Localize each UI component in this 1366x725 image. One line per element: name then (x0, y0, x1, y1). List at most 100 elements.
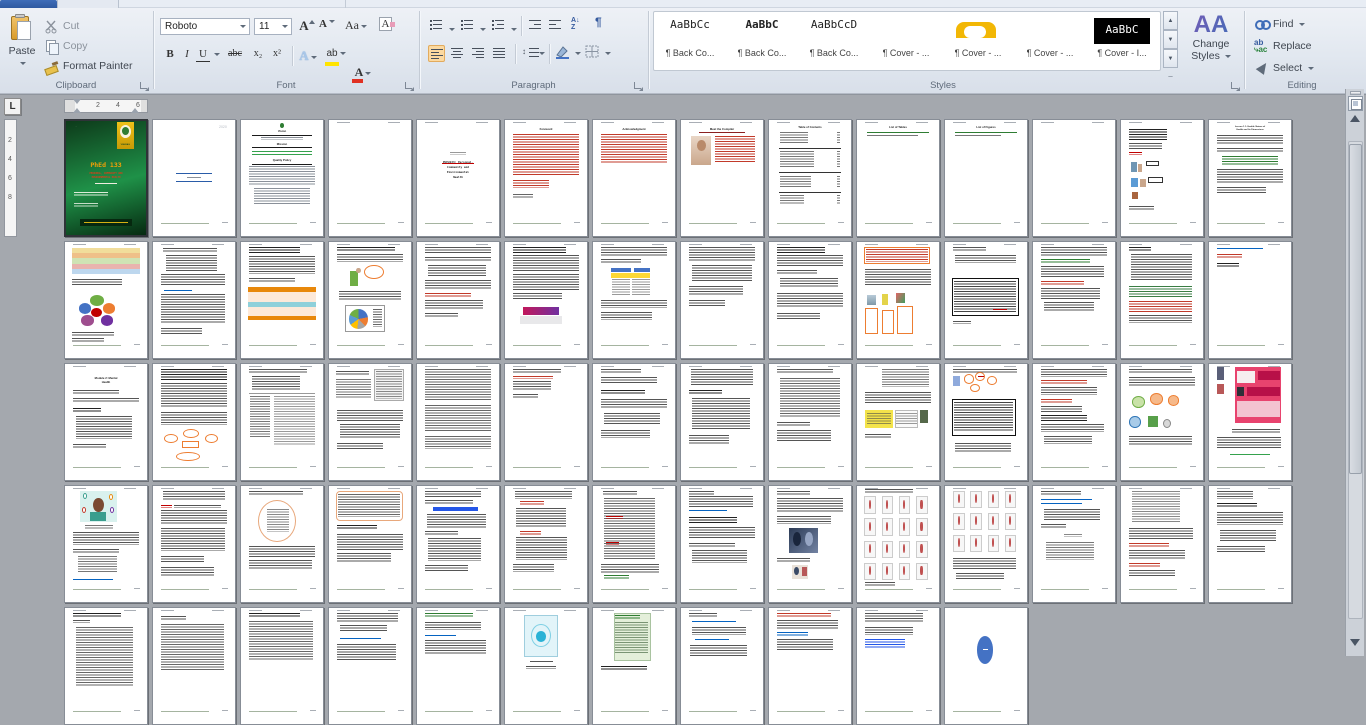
page-thumbnail[interactable] (328, 607, 412, 725)
page-thumbnail[interactable] (592, 485, 676, 603)
vert-ruler[interactable]: 2 4 6 8 (4, 119, 17, 237)
page-thumbnail[interactable] (328, 485, 412, 603)
align-left-button[interactable] (428, 45, 445, 62)
style-gallery-item[interactable]: ¶ Cover - ... (1014, 12, 1086, 70)
page-thumbnail[interactable] (1208, 241, 1292, 359)
bold-button[interactable]: B (162, 48, 178, 65)
page-thumbnail[interactable] (944, 363, 1028, 481)
grow-font-button[interactable]: A (297, 18, 317, 35)
align-center-button[interactable] (449, 45, 466, 62)
italic-button[interactable]: I (180, 48, 194, 65)
style-gallery-item[interactable]: AaBbCcD¶ Back Co... (798, 12, 870, 70)
page-thumbnail[interactable] (328, 241, 412, 359)
superscript-button[interactable]: x² (268, 48, 286, 65)
page-thumbnail[interactable] (680, 363, 764, 481)
page-thumbnail[interactable] (240, 363, 324, 481)
format-painter-button[interactable]: Format Painter (44, 56, 150, 76)
numbering-dropdown[interactable] (478, 17, 486, 34)
decrease-indent-button[interactable] (527, 17, 544, 34)
page-thumbnail[interactable] (944, 607, 1028, 725)
page-thumbnail[interactable] (592, 241, 676, 359)
page-thumbnail[interactable] (680, 241, 764, 359)
page-thumbnail[interactable] (504, 241, 588, 359)
paragraph-dialog-launcher[interactable] (633, 81, 643, 91)
split-handle[interactable] (1350, 91, 1361, 95)
page-thumbnail[interactable] (1208, 485, 1292, 603)
style-gallery-item[interactable]: ¶ Cover - ... (942, 12, 1014, 70)
page-thumbnail[interactable] (856, 241, 940, 359)
change-case-button[interactable]: Aa (343, 18, 369, 35)
underline-dropdown[interactable] (211, 48, 221, 65)
page-thumbnail[interactable]: List of Figures (944, 119, 1028, 237)
page-thumbnail[interactable] (504, 485, 588, 603)
style-gallery-item[interactable]: ¶ Cover - ... (870, 12, 942, 70)
page-thumbnail[interactable] (1032, 119, 1116, 237)
page-thumbnail[interactable] (328, 363, 412, 481)
clipboard-dialog-launcher[interactable] (139, 81, 149, 91)
page-thumbnail[interactable] (1208, 363, 1292, 481)
horizontal-ruler[interactable]: 2 4 6 (64, 99, 148, 113)
gallery-more-button[interactable]: ▼─ (1163, 49, 1178, 68)
page-thumbnail[interactable] (856, 607, 940, 725)
page-thumbnail[interactable] (416, 485, 500, 603)
font-dialog-launcher[interactable] (404, 81, 414, 91)
clear-formatting-button[interactable]: A (377, 18, 397, 35)
cut-button[interactable]: Cut (44, 16, 150, 36)
page-thumbnail[interactable] (1120, 119, 1204, 237)
justify-button[interactable] (491, 45, 508, 62)
page-thumbnail[interactable]: PhEd133: Personal,Community andEnvironme… (416, 119, 500, 237)
page-thumbnail[interactable] (64, 485, 148, 603)
page-thumbnail[interactable] (328, 119, 412, 237)
styles-dialog-launcher[interactable] (1230, 81, 1240, 91)
font-size-combo[interactable]: 11 (254, 18, 292, 35)
hanging-indent-marker[interactable] (73, 108, 81, 113)
scrollbar-track[interactable] (1348, 141, 1363, 619)
bullets-button[interactable] (428, 17, 445, 34)
gallery-scroll-down-button[interactable]: ▼ (1163, 30, 1178, 49)
page-thumbnail[interactable]: VisionMissionQuality Policy (240, 119, 324, 237)
page-thumbnail[interactable]: List of Tables (856, 119, 940, 237)
tab-home[interactable] (57, 0, 119, 8)
page-thumbnail[interactable] (680, 607, 764, 725)
copy-button[interactable]: Copy (44, 36, 150, 56)
page-thumbnail[interactable] (64, 607, 148, 725)
increase-indent-button[interactable] (547, 17, 564, 34)
page-thumbnail[interactable] (1032, 363, 1116, 481)
find-button[interactable]: Find (1254, 14, 1342, 34)
file-tab[interactable] (0, 0, 57, 8)
page-thumbnail[interactable] (64, 241, 148, 359)
page-thumbnail[interactable] (856, 363, 940, 481)
page-thumbnail[interactable]: Table of Contents (768, 119, 852, 237)
subscript-button[interactable]: x₂ (249, 48, 267, 65)
page-thumbnail[interactable] (240, 241, 324, 359)
page-thumbnail[interactable]: Meet the Compiler (680, 119, 764, 237)
page-thumbnail[interactable] (240, 607, 324, 725)
page-thumbnail[interactable] (152, 485, 236, 603)
page-thumbnail[interactable] (416, 607, 500, 725)
strikethrough-button[interactable]: abc (223, 48, 247, 65)
page-thumbnail[interactable] (504, 607, 588, 725)
page-thumbnail[interactable] (768, 485, 852, 603)
page-thumbnail[interactable] (944, 241, 1028, 359)
page-thumbnail[interactable]: Module 2: MentalHealth (64, 363, 148, 481)
line-spacing-button[interactable]: ↕ (521, 45, 545, 62)
multilevel-list-button[interactable] (490, 17, 507, 34)
paste-button[interactable]: Paste (4, 12, 40, 82)
change-styles-button[interactable]: AA Change Styles (1185, 12, 1237, 80)
style-gallery-item[interactable]: AaBbC¶ Cover - I... (1086, 12, 1158, 70)
underline-button[interactable]: U (196, 48, 210, 62)
page-thumbnail[interactable] (1032, 241, 1116, 359)
page-thumbnail[interactable] (768, 363, 852, 481)
style-gallery-item[interactable]: AaBbCc¶ Back Co... (654, 12, 726, 70)
show-formatting-marks-button[interactable]: ¶ (595, 15, 612, 32)
right-indent-marker[interactable] (131, 108, 139, 113)
page-thumbnail[interactable] (1120, 485, 1204, 603)
page-thumbnail[interactable]: Foreword (504, 119, 588, 237)
page-thumbnail[interactable]: Acknowledgment (592, 119, 676, 237)
align-right-button[interactable] (470, 45, 487, 62)
scrollbar-thumb[interactable] (1349, 144, 1362, 474)
style-gallery-item[interactable]: AaBbC¶ Back Co... (726, 12, 798, 70)
bullets-dropdown[interactable] (447, 17, 455, 34)
multilevel-dropdown[interactable] (509, 17, 517, 34)
page-thumbnail[interactable]: 2020 (152, 119, 236, 237)
